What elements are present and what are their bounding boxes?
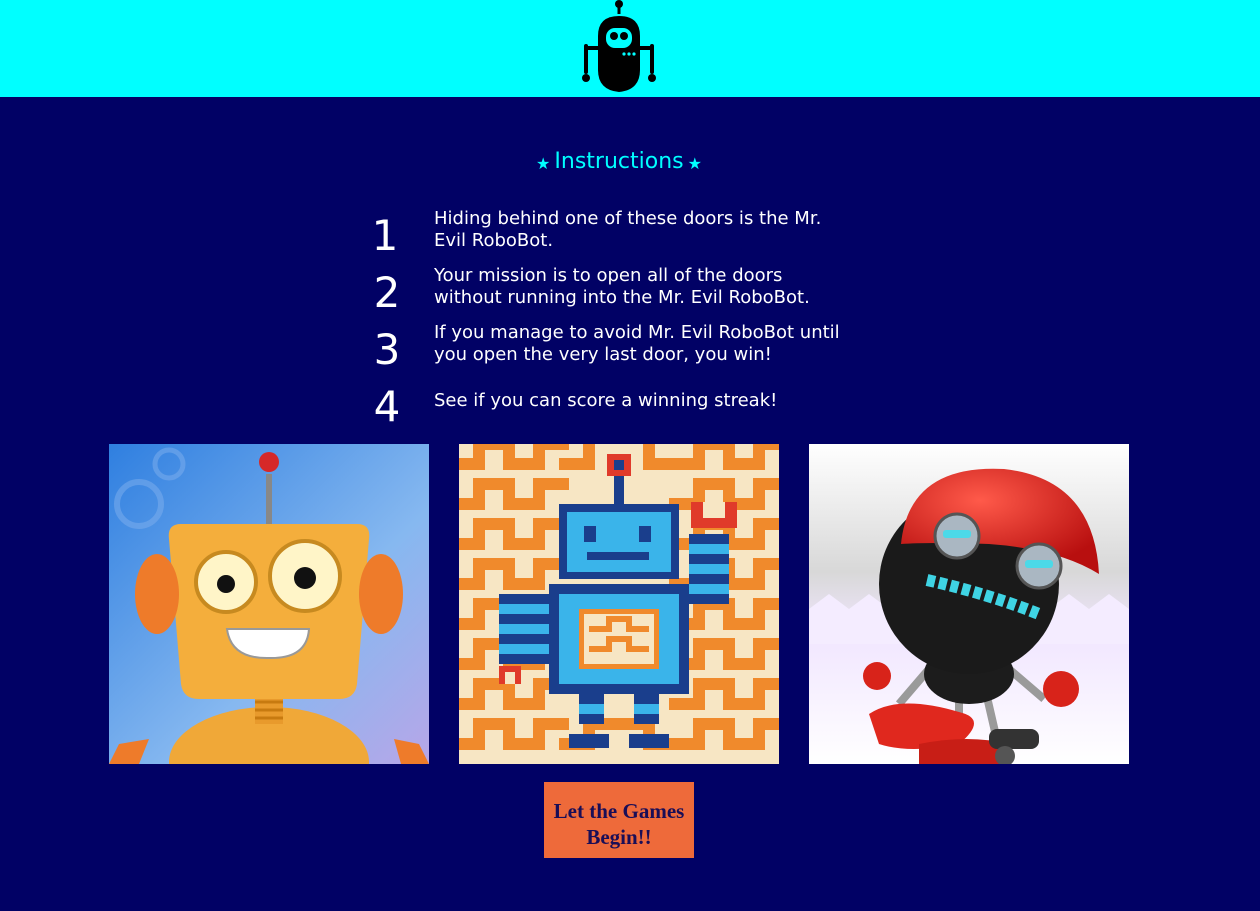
door-2[interactable] (459, 444, 779, 764)
step-number: 3 (373, 325, 401, 374)
instruction-step: 2 Your mission is to open all of the doo… (364, 263, 864, 317)
orange-robot-image (109, 444, 429, 764)
star-icon: ★ (536, 154, 551, 173)
start-game-button[interactable]: Let the Games Begin!! (544, 782, 694, 858)
instruction-step: 4 See if you can score a winning streak! (364, 377, 864, 431)
step-text: Hiding behind one of these doors is the … (434, 208, 822, 251)
step-number: 2 (373, 268, 401, 317)
instructions-title: ★ Instructions ★ (0, 147, 1238, 179)
step-text: See if you can score a winning streak! (434, 390, 778, 411)
step-text: Your mission is to open all of the doors… (434, 265, 810, 308)
header-bar (0, 0, 1260, 97)
instructions-title-text: Instructions (554, 149, 684, 174)
instruction-step: 3 If you manage to avoid Mr. Evil RoboBo… (364, 320, 864, 374)
step-number: 4 (373, 382, 401, 431)
step-number: 1 (371, 211, 399, 260)
door-1[interactable] (109, 444, 429, 764)
quilt-robot-image (459, 444, 779, 764)
step-text: If you manage to avoid Mr. Evil RoboBot … (434, 322, 840, 365)
red-helmet-robot-image (809, 444, 1129, 764)
robot-icon (578, 0, 660, 94)
instruction-step: 1 Hiding behind one of these doors is th… (364, 206, 864, 260)
star-icon: ★ (687, 154, 702, 173)
door-3[interactable] (809, 444, 1129, 764)
